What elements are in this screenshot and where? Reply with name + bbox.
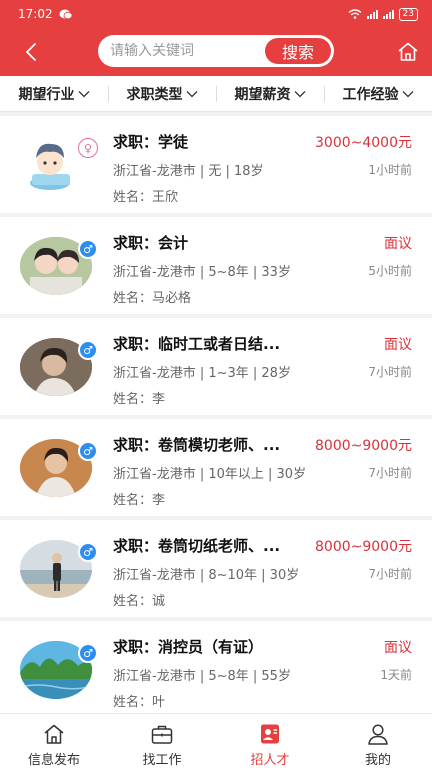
filter-job-type[interactable]: 求职类型 (108, 76, 216, 111)
post-time: 1小时前 (368, 163, 412, 177)
female-icon: ♀ (78, 138, 98, 158)
salary: 面议 (384, 640, 412, 656)
job-title: 求职：卷筒切纸老师、... (113, 537, 281, 555)
job-title: 求职：临时工或者日结... (113, 335, 281, 353)
candidate-name: 姓名：马必格 (113, 291, 192, 306)
home-icon (44, 724, 64, 744)
tab-publish[interactable]: 信息发布 (0, 714, 108, 768)
candidate-name: 姓名：李 (113, 392, 166, 407)
salary: 3000~4000元 (315, 135, 412, 151)
battery-indicator: 23 (398, 7, 418, 21)
chevron-down-icon (294, 90, 305, 97)
post-time: 5小时前 (368, 264, 412, 278)
status-time: 17:02 (18, 7, 53, 21)
candidate-info: 浙江省-龙港市 | 1~3年 | 28岁 (113, 366, 291, 381)
male-icon: ♂ (78, 643, 98, 663)
search-input[interactable] (110, 35, 260, 67)
candidate-list: ♀ 求职：学徒 3000~4000元 浙江省-龙港市 | 无 | 18岁 1小时… (0, 116, 432, 722)
tab-recruit[interactable]: 招人才 (216, 714, 324, 768)
candidate-card[interactable]: ♂ 求职：卷筒模切老师、... 8000~9000元 浙江省-龙港市 | 10年… (0, 419, 432, 516)
male-icon: ♂ (78, 542, 98, 562)
filter-industry[interactable]: 期望行业 (0, 76, 108, 111)
candidate-info: 浙江省-龙港市 | 8~10年 | 30岁 (113, 568, 300, 583)
male-icon: ♂ (78, 441, 98, 461)
candidate-info: 浙江省-龙港市 | 5~8年 | 33岁 (113, 265, 291, 280)
signal-icon (366, 9, 378, 19)
person-icon (368, 724, 388, 745)
post-time: 7小时前 (368, 365, 412, 379)
salary: 面议 (384, 236, 412, 252)
candidate-card[interactable]: ♂ 求职：临时工或者日结... 面议 浙江省-龙港市 | 1~3年 | 28岁 … (0, 318, 432, 415)
filter-salary[interactable]: 期望薪资 (216, 76, 324, 111)
back-arrow-icon[interactable] (20, 40, 44, 64)
candidate-name: 姓名：李 (113, 493, 166, 508)
filter-experience[interactable]: 工作经验 (324, 76, 432, 111)
search-button[interactable]: 搜索 (265, 38, 331, 64)
candidate-card[interactable]: ♂ 求职：消控员（有证） 面议 浙江省-龙港市 | 5~8年 | 55岁 1天前… (0, 621, 432, 718)
recruit-icon (261, 724, 279, 744)
salary: 8000~9000元 (315, 438, 412, 454)
salary: 面议 (384, 337, 412, 353)
post-time: 7小时前 (368, 567, 412, 581)
candidate-name: 姓名：王欣 (113, 190, 179, 205)
header-bar: 搜索 (0, 28, 432, 76)
home-icon[interactable] (396, 40, 420, 64)
tab-mine[interactable]: 我的 (324, 714, 432, 768)
candidate-info: 浙江省-龙港市 | 5~8年 | 55岁 (113, 669, 291, 684)
chat-notification-icon (59, 9, 72, 19)
salary: 8000~9000元 (315, 539, 412, 555)
search-box: 搜索 (98, 35, 334, 67)
briefcase-icon (151, 725, 173, 744)
chevron-down-icon (402, 90, 413, 97)
filter-bar: 期望行业 求职类型 期望薪资 工作经验 (0, 76, 432, 112)
candidate-card[interactable]: ♀ 求职：学徒 3000~4000元 浙江省-龙港市 | 无 | 18岁 1小时… (0, 116, 432, 213)
chevron-down-icon (78, 90, 89, 97)
job-title: 求职：学徒 (113, 133, 189, 151)
post-time: 7小时前 (368, 466, 412, 480)
job-title: 求职：会计 (113, 234, 189, 252)
tab-find-job[interactable]: 找工作 (108, 714, 216, 768)
post-time: 1天前 (380, 668, 412, 682)
candidate-name: 姓名：叶 (113, 695, 166, 710)
job-title: 求职：卷筒模切老师、... (113, 436, 281, 454)
status-bar: 17:02 23 (0, 0, 432, 28)
candidate-info: 浙江省-龙港市 | 无 | 18岁 (113, 164, 264, 179)
male-icon: ♂ (78, 239, 98, 259)
wifi-icon (348, 9, 361, 19)
candidate-card[interactable]: ♂ 求职：卷筒切纸老师、... 8000~9000元 浙江省-龙港市 | 8~1… (0, 520, 432, 617)
male-icon: ♂ (78, 340, 98, 360)
bottom-tab-bar: 信息发布 找工作 招人才 我的 (0, 713, 432, 768)
job-title: 求职：消控员（有证） (113, 638, 264, 656)
chevron-down-icon (186, 90, 197, 97)
candidate-name: 姓名：诚 (113, 594, 166, 609)
candidate-card[interactable]: ♂ 求职：会计 面议 浙江省-龙港市 | 5~8年 | 33岁 5小时前 姓名：… (0, 217, 432, 314)
signal-icon-2 (382, 9, 394, 19)
candidate-info: 浙江省-龙港市 | 10年以上 | 30岁 (113, 467, 307, 482)
